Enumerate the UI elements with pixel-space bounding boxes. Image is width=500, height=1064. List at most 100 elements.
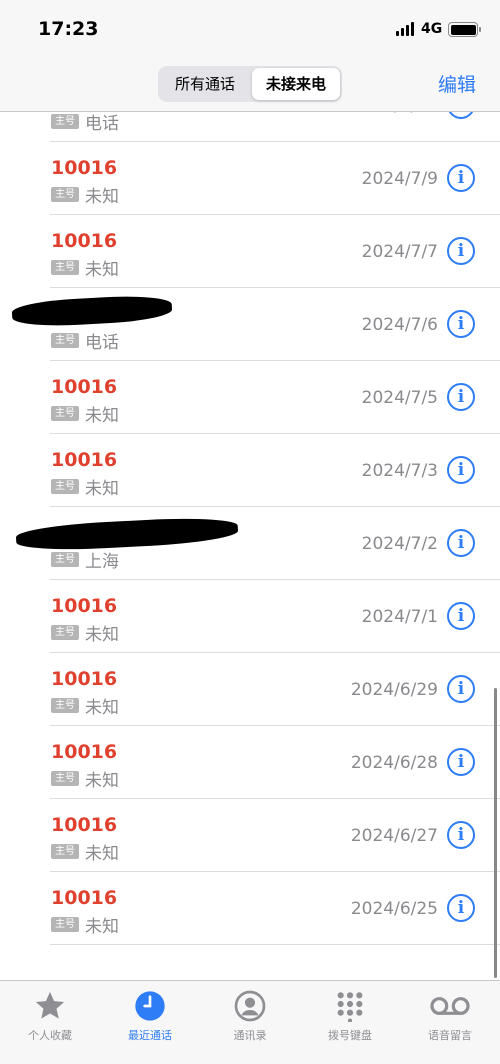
tab-keypad[interactable]: 拨号键盘: [300, 989, 400, 1043]
call-label: 未知: [85, 625, 119, 645]
line-badge: 主号: [51, 114, 79, 129]
call-date: 2024/7/3: [361, 461, 438, 481]
caller-name: 10016: [51, 449, 118, 471]
line-badge: 主号: [51, 479, 79, 494]
info-icon[interactable]: i: [447, 112, 475, 119]
line-badge: 主号: [51, 406, 79, 421]
call-detail: 主号 电话: [51, 328, 119, 353]
call-row[interactable]: 主号电话 2024/7/10 i: [0, 112, 500, 142]
call-row[interactable]: 10016 主号 未知 2024/7/1 i: [0, 580, 500, 653]
call-label: 电话: [85, 333, 119, 353]
clock-icon: [135, 991, 165, 1021]
info-icon[interactable]: i: [447, 748, 475, 776]
tab-label: 个人收藏: [28, 1029, 72, 1042]
tab-contacts[interactable]: 通讯录: [200, 989, 300, 1043]
tab-recents[interactable]: 最近通话: [100, 989, 200, 1043]
call-detail: 主号 未知: [51, 693, 119, 718]
caller-name: 10016: [51, 230, 118, 252]
call-detail: 主号 未知: [51, 839, 119, 864]
call-label: 未知: [85, 771, 119, 791]
caller-name: 10016: [51, 668, 118, 690]
info-icon[interactable]: i: [447, 894, 475, 922]
info-icon[interactable]: i: [447, 675, 475, 703]
tab-bar: 个人收藏 最近通话 通讯录 拨号键盘 语音留言: [0, 980, 500, 1064]
tab-voicemail[interactable]: 语音留言: [400, 989, 500, 1043]
call-date: 2024/7/2: [361, 534, 438, 554]
call-label: 未知: [85, 187, 119, 207]
call-date: 2024/6/27: [350, 826, 438, 846]
call-row[interactable]: 10016 主号 未知 2024/7/9 i: [0, 142, 500, 215]
call-row[interactable]: 10016 主号 未知 2024/6/27 i: [0, 799, 500, 872]
call-detail: 主号 上海: [51, 547, 119, 572]
call-row[interactable]: 10016 主号 未知 2024/6/29 i: [0, 653, 500, 726]
calls-filter-segmented-control: 所有通话 未接来电: [158, 66, 342, 102]
person-circle-icon: [234, 990, 266, 1022]
call-row[interactable]: 10016 主号 未知 2024/6/25 i: [0, 872, 500, 945]
call-detail: 主号 未知: [51, 912, 119, 937]
call-label: 未知: [85, 844, 119, 864]
status-bar: 17:23 4G: [0, 0, 500, 56]
call-date: 2024/7/7: [361, 242, 438, 262]
info-icon[interactable]: i: [447, 237, 475, 265]
call-row[interactable]: 主号 上海 2024/7/2 i: [0, 507, 500, 580]
tab-favorites[interactable]: 个人收藏: [0, 989, 100, 1043]
line-badge: 主号: [51, 187, 79, 202]
tab-label: 最近通话: [128, 1029, 172, 1042]
star-icon: [35, 991, 65, 1019]
line-badge: 主号: [51, 917, 79, 932]
call-label: 未知: [85, 406, 119, 426]
call-detail: 主号 未知: [51, 401, 119, 426]
info-icon[interactable]: i: [447, 310, 475, 338]
info-icon[interactable]: i: [447, 602, 475, 630]
status-time: 17:23: [38, 18, 99, 40]
call-date: 2024/7/5: [361, 388, 438, 408]
scrollbar[interactable]: [494, 688, 497, 978]
call-detail: 主号 未知: [51, 255, 119, 280]
call-row[interactable]: 10016 主号 未知 2024/7/3 i: [0, 434, 500, 507]
call-detail: 主号 未知: [51, 182, 119, 207]
line-badge: 主号: [51, 698, 79, 713]
info-icon[interactable]: i: [447, 383, 475, 411]
tab-label: 语音留言: [428, 1029, 472, 1042]
call-row[interactable]: 主号 电话 2024/7/6 i: [0, 288, 500, 361]
call-label: 未知: [85, 260, 119, 280]
segment-missed-calls[interactable]: 未接来电: [252, 68, 340, 100]
call-row[interactable]: 10016 主号 未知 2024/6/28 i: [0, 726, 500, 799]
line-badge: 主号: [51, 260, 79, 275]
call-detail: 主号 未知: [51, 766, 119, 791]
call-detail: 主号 未知: [51, 620, 119, 645]
nav-bar: 所有通话 未接来电 编辑: [0, 56, 500, 112]
call-detail: 主号 未知: [51, 474, 119, 499]
caller-name: 10016: [51, 595, 118, 617]
call-label: 未知: [85, 698, 119, 718]
tab-label: 拨号键盘: [328, 1029, 372, 1042]
call-date: 2024/6/28: [350, 753, 438, 773]
redaction-mark: [11, 293, 173, 329]
info-icon[interactable]: i: [447, 821, 475, 849]
call-row[interactable]: 10016 主号 未知 2024/7/5 i: [0, 361, 500, 434]
caller-name: 10016: [51, 376, 118, 398]
info-icon[interactable]: i: [447, 164, 475, 192]
call-date: 2024/6/25: [350, 899, 438, 919]
segment-all-calls[interactable]: 所有通话: [160, 68, 250, 100]
line-badge: 主号: [51, 771, 79, 786]
edit-button[interactable]: 编辑: [438, 70, 476, 97]
call-date: 2024/7/1: [361, 607, 438, 627]
caller-name: 10016: [51, 741, 118, 763]
caller-name: 10016: [51, 157, 118, 179]
caller-name: 10016: [51, 814, 118, 836]
call-label: 未知: [85, 917, 119, 937]
signal-icon: [396, 22, 414, 36]
info-icon[interactable]: i: [447, 456, 475, 484]
network-label: 4G: [421, 21, 443, 37]
call-detail: 主号 电话: [51, 112, 119, 134]
info-icon[interactable]: i: [447, 529, 475, 557]
line-badge: 主号: [51, 552, 79, 567]
line-badge: 主号: [51, 333, 79, 348]
row-separator: [50, 944, 500, 945]
line-badge: 主号: [51, 844, 79, 859]
call-row[interactable]: 10016 主号 未知 2024/7/7 i: [0, 215, 500, 288]
call-date: 2024/7/9: [361, 169, 438, 189]
voicemail-icon: [430, 997, 470, 1015]
keypad-icon: [337, 992, 363, 1022]
